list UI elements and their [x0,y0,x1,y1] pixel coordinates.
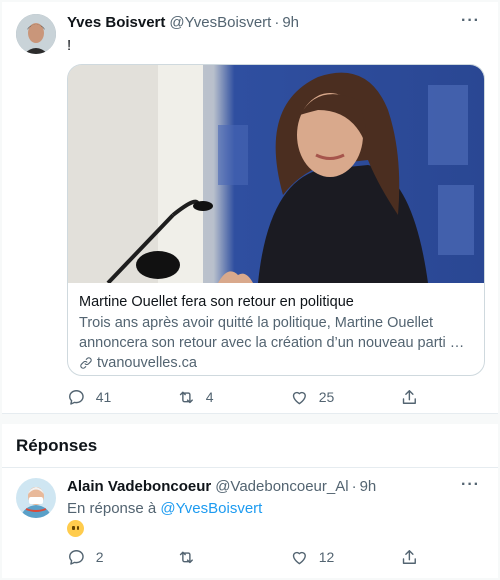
reply-timestamp[interactable]: 9h [360,478,377,495]
reply-icon [69,550,84,565]
reply-tweet: Alain Vadeboncoeur @Vadeboncoeur_Al · 9h… [2,468,498,578]
link-card[interactable]: Martine Ouellet fera son retour en polit… [67,64,485,376]
reply-author-handle[interactable]: @Vadeboncoeur_Al [215,478,348,495]
card-description: Trois ans après avoir quitté la politiqu… [79,315,465,351]
like-icon [292,391,306,405]
avatar[interactable] [16,14,56,54]
like-button[interactable]: 25 [290,388,334,407]
separator-dot: · [274,14,280,31]
share-icon [402,390,416,404]
reply-reply-button[interactable]: 2 [67,548,104,567]
like-count: 25 [318,389,335,406]
link-icon [80,357,92,369]
reply-avatar[interactable] [16,478,56,518]
like-icon [292,551,306,565]
share-button[interactable] [400,388,429,407]
author-handle[interactable]: @YvesBoisvert [169,14,271,31]
replies-title: Réponses [16,436,98,455]
reply-context: En réponse à @YvesBoisvert [67,500,262,517]
replies-header: Réponses [2,424,498,468]
reply-share-button[interactable] [400,548,429,567]
reply-reply-count: 2 [95,549,104,566]
retweet-count: 4 [205,389,214,406]
card-domain[interactable]: tvanouvelles.ca [79,355,473,371]
reply-button[interactable]: 41 [67,388,111,407]
tweet: Yves Boisvert @YvesBoisvert · 9h ··· ! M… [2,2,498,414]
retweet-icon [179,551,193,564]
reply-context-prefix: En réponse à [67,500,157,517]
timestamp[interactable]: 9h [282,14,299,31]
no-mouth-emoji [67,520,84,537]
reply-context-handle[interactable]: @YvesBoisvert [160,500,262,517]
card-domain-text: tvanouvelles.ca [97,355,197,371]
reply-like-count: 12 [318,549,335,566]
reply-like-button[interactable]: 12 [290,548,334,567]
author-name[interactable]: Yves Boisvert [67,14,165,31]
reply-more-icon[interactable]: ··· [461,476,480,494]
reply-retweet-button[interactable] [177,548,206,567]
reply-icon [69,390,84,405]
reply-author-name[interactable]: Alain Vadeboncoeur [67,478,211,495]
retweet-button[interactable]: 4 [177,388,214,407]
reply-count: 41 [95,389,112,406]
more-icon[interactable]: ··· [461,12,480,30]
share-icon [402,550,416,564]
tweet-text: ! [67,37,72,54]
retweet-icon [179,391,193,404]
separator-dot: · [351,478,357,495]
card-title[interactable]: Martine Ouellet fera son retour en polit… [79,293,473,312]
card-image [68,65,484,283]
